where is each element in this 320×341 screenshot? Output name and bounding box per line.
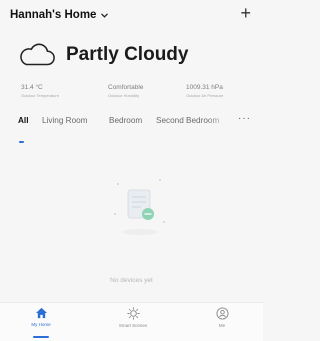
tab-bedroom[interactable]: Bedroom	[109, 116, 142, 125]
outdoor-air-pressure-value: 1009.31 hPa	[186, 84, 223, 91]
nav-smart-scenes-label: Smart Scenes	[118, 323, 148, 328]
outdoor-temperature-value: 31.4 °C	[21, 84, 43, 91]
nav-me[interactable]: Me	[192, 307, 252, 328]
outdoor-temperature-stat: 31.4 °C Outdoor Temperature	[21, 84, 59, 98]
outdoor-air-pressure-label: Outdoor Air Pressure	[186, 93, 224, 98]
nav-me-label: Me	[218, 323, 226, 328]
home-selector[interactable]: Hannah's Home	[10, 9, 109, 21]
user-icon	[215, 307, 229, 320]
tab-all[interactable]: All	[18, 116, 28, 125]
active-nav-indicator	[33, 336, 49, 338]
tab-living-room[interactable]: Living Room	[42, 116, 88, 125]
outdoor-humidity-label: Outdoor Humidity	[108, 93, 140, 98]
outdoor-humidity-stat: Comfortable Outdoor Humidity	[108, 84, 143, 98]
weather-condition: Partly Cloudy	[66, 44, 189, 65]
home-icon	[35, 307, 47, 319]
weather-summary: Partly Cloudy	[18, 42, 188, 68]
more-tabs-button[interactable]: ···	[238, 113, 251, 124]
outdoor-air-pressure-stat: 1009.31 hPa Outdoor Air Pressure	[186, 84, 223, 98]
add-button[interactable]: +	[240, 4, 251, 22]
outdoor-humidity-value: Comfortable	[108, 84, 144, 91]
sun-icon	[126, 307, 140, 320]
empty-state-text: No devices yet	[110, 277, 153, 284]
chevron-down-icon	[101, 13, 109, 18]
active-tab-indicator	[19, 141, 24, 143]
tabs-fade	[207, 112, 233, 132]
nav-my-home-label: My Home	[31, 322, 51, 327]
cloud-icon	[20, 43, 55, 66]
home-name: Hannah's Home	[10, 9, 97, 21]
top-bar: Hannah's Home +	[0, 0, 263, 34]
nav-my-home[interactable]: My Home	[11, 307, 71, 327]
empty-devices-illustration	[114, 179, 165, 235]
nav-smart-scenes[interactable]: Smart Scenes	[103, 307, 163, 328]
outdoor-temperature-label: Outdoor Temperature	[21, 93, 59, 98]
